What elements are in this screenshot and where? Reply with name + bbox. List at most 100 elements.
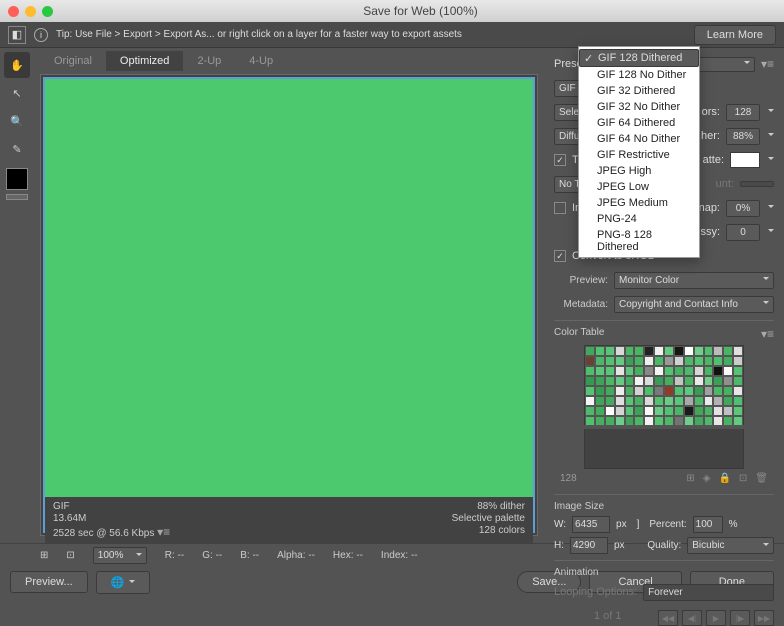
color-table-cell[interactable] <box>733 356 743 366</box>
color-table-cell[interactable] <box>595 366 605 376</box>
slice-select-tool[interactable]: ↖ <box>4 80 30 106</box>
color-table-cell[interactable] <box>625 386 635 396</box>
preset-option[interactable]: GIF 64 No Dither <box>579 131 699 147</box>
zoom-icon2[interactable]: ⊡ <box>66 550 74 561</box>
color-table-cell[interactable] <box>713 406 723 416</box>
ct-shift-icon[interactable]: ◈ <box>703 473 711 484</box>
minimize-window-button[interactable] <box>25 6 36 17</box>
color-table-cell[interactable] <box>704 406 714 416</box>
learn-more-button[interactable]: Learn More <box>694 25 776 45</box>
color-table-cell[interactable] <box>733 386 743 396</box>
color-table-cell[interactable] <box>644 366 654 376</box>
ct-trash-icon[interactable]: 🗑 <box>755 473 768 484</box>
color-table-cell[interactable] <box>664 396 674 406</box>
color-table-cell[interactable] <box>733 406 743 416</box>
transparency-checkbox[interactable] <box>554 154 566 166</box>
preset-option[interactable]: GIF 64 Dithered <box>579 115 699 131</box>
color-table-cell[interactable] <box>585 376 595 386</box>
color-table-cell[interactable] <box>694 356 704 366</box>
color-table-cell[interactable] <box>654 376 664 386</box>
color-table-cell[interactable] <box>674 346 684 356</box>
color-table-cell[interactable] <box>585 416 595 426</box>
color-table-cell[interactable] <box>674 376 684 386</box>
color-table-cell[interactable] <box>654 396 664 406</box>
color-table-cell[interactable] <box>605 376 615 386</box>
color-table-cell[interactable] <box>733 366 743 376</box>
interlaced-checkbox[interactable] <box>554 202 566 214</box>
color-table-cell[interactable] <box>664 366 674 376</box>
preset-option[interactable]: GIF Restrictive <box>579 147 699 163</box>
color-table-cell[interactable] <box>733 416 743 426</box>
color-table-cell[interactable] <box>654 356 664 366</box>
tab-original[interactable]: Original <box>40 51 106 71</box>
matte-select[interactable] <box>730 152 760 168</box>
width-input[interactable] <box>572 516 610 533</box>
color-table-cell[interactable] <box>694 386 704 396</box>
quality-select[interactable]: Bicubic <box>687 537 774 554</box>
color-table-cell[interactable] <box>654 416 664 426</box>
color-table-cell[interactable] <box>605 366 615 376</box>
color-table-cell[interactable] <box>704 346 714 356</box>
color-table-cell[interactable] <box>585 346 595 356</box>
color-table-cell[interactable] <box>634 346 644 356</box>
colors-input[interactable]: 128 <box>726 104 760 121</box>
color-table-cell[interactable] <box>634 376 644 386</box>
color-table-cell[interactable] <box>723 406 733 416</box>
color-table-cell[interactable] <box>694 346 704 356</box>
color-table-cell[interactable] <box>644 396 654 406</box>
hand-tool[interactable]: ✋ <box>4 52 30 78</box>
color-table-cell[interactable] <box>664 416 674 426</box>
color-table-cell[interactable] <box>723 386 733 396</box>
color-table-cell[interactable] <box>595 416 605 426</box>
tab-2up[interactable]: 2-Up <box>183 51 235 71</box>
color-table-cell[interactable] <box>595 406 605 416</box>
color-table-cell[interactable] <box>713 416 723 426</box>
zoom-window-button[interactable] <box>42 6 53 17</box>
preset-option[interactable]: JPEG High <box>579 163 699 179</box>
preset-option[interactable]: PNG-24 <box>579 211 699 227</box>
color-table-cell[interactable] <box>585 396 595 406</box>
websnap-input[interactable]: 0% <box>726 200 760 217</box>
color-table-cell[interactable] <box>625 356 635 366</box>
color-table-cell[interactable] <box>644 346 654 356</box>
color-table-cell[interactable] <box>704 386 714 396</box>
color-table-cell[interactable] <box>634 366 644 376</box>
color-table-cell[interactable] <box>704 366 714 376</box>
preset-option[interactable]: JPEG Medium <box>579 195 699 211</box>
color-table-cell[interactable] <box>684 366 694 376</box>
color-table-cell[interactable] <box>713 386 723 396</box>
color-table-cell[interactable] <box>723 356 733 366</box>
color-table-cell[interactable] <box>605 396 615 406</box>
color-table-cell[interactable] <box>615 376 625 386</box>
browser-select[interactable]: 🌐 <box>96 571 151 594</box>
color-table-cell[interactable] <box>615 386 625 396</box>
color-table-cell[interactable] <box>674 406 684 416</box>
color-table-cell[interactable] <box>733 396 743 406</box>
color-table-cell[interactable] <box>694 376 704 386</box>
color-table-cell[interactable] <box>644 356 654 366</box>
color-table-cell[interactable] <box>674 386 684 396</box>
color-table[interactable] <box>584 345 744 425</box>
canvas-preview[interactable] <box>45 79 533 497</box>
close-window-button[interactable] <box>8 6 19 17</box>
color-table-cell[interactable] <box>733 376 743 386</box>
color-table-cell[interactable] <box>625 376 635 386</box>
color-table-cell[interactable] <box>605 406 615 416</box>
color-table-cell[interactable] <box>684 346 694 356</box>
color-table-cell[interactable] <box>644 386 654 396</box>
color-table-cell[interactable] <box>723 346 733 356</box>
color-table-cell[interactable] <box>634 386 644 396</box>
color-table-cell[interactable] <box>694 396 704 406</box>
color-table-cell[interactable] <box>713 346 723 356</box>
color-table-cell[interactable] <box>654 406 664 416</box>
eyedropper-color-swatch[interactable] <box>6 168 28 190</box>
color-table-cell[interactable] <box>674 366 684 376</box>
matte-dropdown[interactable] <box>766 156 774 165</box>
color-table-cell[interactable] <box>595 396 605 406</box>
color-table-cell[interactable] <box>654 366 664 376</box>
color-table-cell[interactable] <box>664 346 674 356</box>
color-table-cell[interactable] <box>625 396 635 406</box>
color-table-cell[interactable] <box>595 376 605 386</box>
color-table-cell[interactable] <box>664 356 674 366</box>
color-table-cell[interactable] <box>625 406 635 416</box>
